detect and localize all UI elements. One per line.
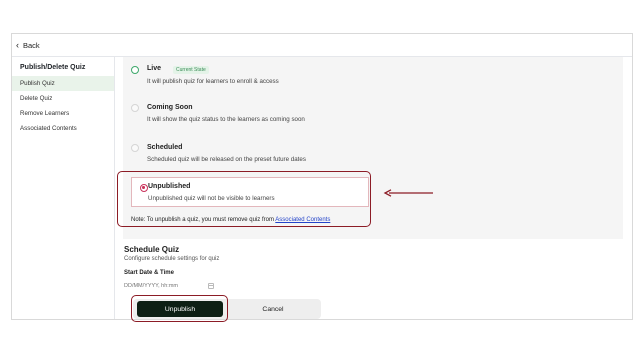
option-description: Scheduled quiz will be released on the p… [147, 156, 306, 163]
associated-contents-link[interactable]: Associated Contents [275, 217, 330, 223]
schedule-title: Schedule Quiz [124, 245, 180, 254]
quiz-state-options: Live Current State It will publish quiz … [123, 57, 623, 239]
option-description: It will publish quiz for learners to enr… [147, 78, 279, 85]
radio-unpublished[interactable] [140, 184, 148, 192]
sidebar-item-remove-learners[interactable]: Remove Learners [12, 106, 114, 121]
back-label: Back [23, 40, 40, 50]
quiz-settings-window: ‹ Back Publish/Delete Quiz Publish Quiz … [11, 33, 633, 322]
sidebar-item-delete-quiz[interactable]: Delete Quiz [12, 91, 114, 106]
calendar-icon[interactable] [208, 283, 214, 289]
chevron-left-icon: ‹ [16, 39, 19, 50]
schedule-subtitle: Configure schedule settings for quiz [124, 256, 220, 262]
unpublish-button[interactable]: Unpublish [137, 301, 223, 317]
option-title: Unpublished [148, 183, 191, 190]
status-badge: Current State [173, 66, 209, 74]
option-unpublished[interactable]: Unpublished Unpublished quiz will not be… [131, 177, 369, 207]
radio-coming-soon[interactable] [131, 104, 139, 112]
radio-live[interactable] [131, 66, 139, 74]
option-title: Coming Soon [147, 104, 193, 111]
option-description: Unpublished quiz will not be visible to … [148, 195, 275, 202]
note-text: Note: To unpublish a quiz, you must remo… [131, 217, 276, 223]
cancel-button[interactable]: Cancel [229, 301, 317, 317]
sidebar: Publish/Delete Quiz Publish Quiz Delete … [12, 57, 115, 319]
option-live[interactable]: Live Current State It will publish quiz … [123, 57, 623, 87]
option-description: It will show the quiz status to the lear… [147, 116, 305, 123]
back-link[interactable]: ‹ Back [12, 34, 632, 57]
annotation-arrow-icon [383, 189, 433, 197]
sidebar-title: Publish/Delete Quiz [20, 64, 86, 71]
option-scheduled[interactable]: Scheduled Scheduled quiz will be release… [123, 137, 623, 167]
option-title: Live [147, 65, 162, 72]
radio-scheduled[interactable] [131, 144, 139, 152]
option-title: Scheduled [147, 144, 183, 151]
option-coming-soon[interactable]: Coming Soon It will show the quiz status… [123, 97, 623, 127]
start-date-label: Start Date & Time [124, 270, 174, 276]
start-date-input[interactable] [124, 280, 216, 292]
unpublish-note: Note: To unpublish a quiz, you must remo… [131, 217, 330, 223]
sidebar-item-publish-quiz[interactable]: Publish Quiz [12, 76, 114, 91]
main-panel: Live Current State It will publish quiz … [115, 57, 632, 322]
sidebar-item-associated-contents[interactable]: Associated Contents [12, 121, 114, 136]
